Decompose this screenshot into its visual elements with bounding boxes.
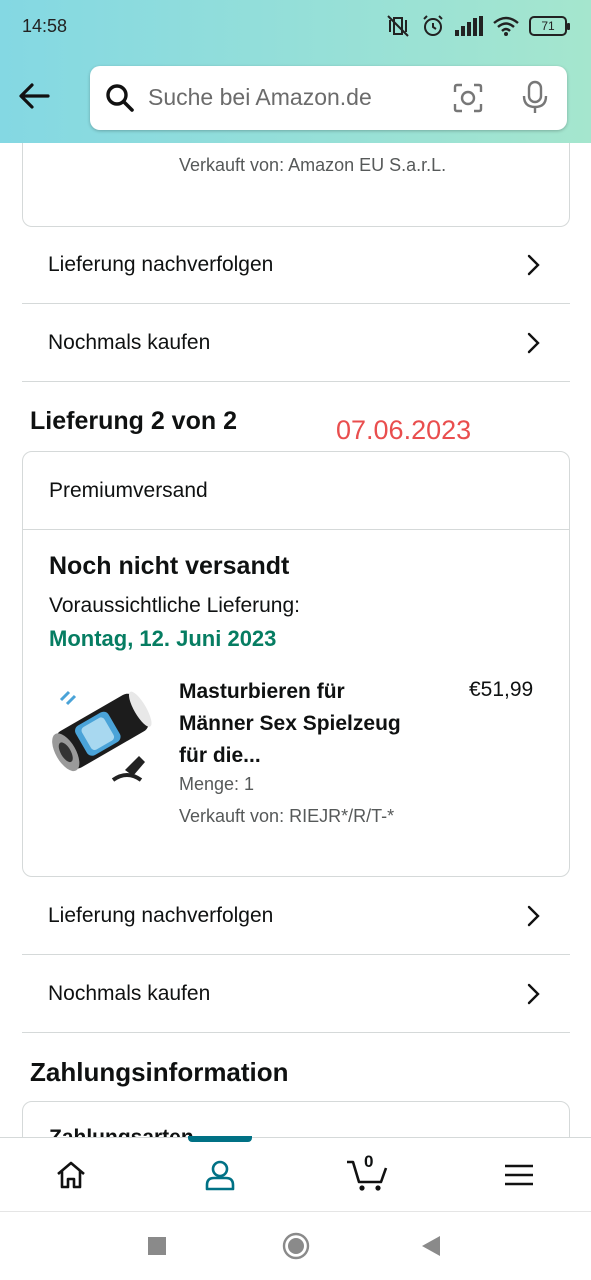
search-input[interactable]: Suche bei Amazon.de <box>148 84 372 111</box>
delivery1-seller: Verkauft von: Amazon EU S.a.r.L. <box>179 155 447 175</box>
product-price: €51,99 <box>469 678 534 701</box>
nav-cart[interactable]: 0 <box>328 1138 408 1212</box>
vibrate-off-icon <box>387 15 409 37</box>
delivery1-track-row[interactable]: Lieferung nachverfolgen <box>22 227 570 304</box>
delivery1-track-label: Lieferung nachverfolgen <box>48 253 274 276</box>
product-quantity: Menge: 1 <box>179 774 255 794</box>
delivery1-buy-again-label: Nochmals kaufen <box>48 331 211 354</box>
chevron-right-icon <box>527 983 540 1005</box>
delivery2-track-row[interactable]: Lieferung nachverfolgen <box>22 878 570 955</box>
wifi-icon <box>493 16 519 36</box>
battery-level: 71 <box>541 19 555 33</box>
delivery2-track-label: Lieferung nachverfolgen <box>48 904 274 927</box>
payment-methods-label: Zahlungsarten <box>49 1126 194 1137</box>
battery-indicator: 71 <box>529 16 570 36</box>
payment-title: Zahlungsinformation <box>30 1057 289 1087</box>
chevron-right-icon <box>527 332 540 354</box>
shipping-type-label: Premiumversand <box>49 478 208 502</box>
product-title[interactable]: Masturbieren für Männer Sex Spielzeug fü… <box>179 676 419 772</box>
microphone-icon[interactable] <box>520 80 550 116</box>
delivery1-buy-again-row[interactable]: Nochmals kaufen <box>22 305 570 382</box>
delivery1-item-card: Verkauft von: Amazon EU S.a.r.L. <box>22 143 570 227</box>
system-navigation-bar <box>0 1211 591 1280</box>
delivery2-buy-again-row[interactable]: Nochmals kaufen <box>22 956 570 1033</box>
nav-home[interactable] <box>31 1138 111 1212</box>
alarm-icon <box>423 15 443 36</box>
status-icons: 71 <box>385 14 570 38</box>
nav-menu[interactable] <box>479 1138 559 1212</box>
search-icon <box>106 84 134 112</box>
expected-delivery-label: Voraussichtliche Lieferung: <box>49 594 300 617</box>
cart-count: 0 <box>364 1152 374 1171</box>
nav-account[interactable] <box>180 1138 260 1212</box>
arrow-left-icon <box>19 83 50 109</box>
delivery2-card: Premiumversand Noch nicht versandt Vorau… <box>22 451 570 877</box>
date-annotation: 07.06.2023 <box>336 415 472 445</box>
delivery2-title: Lieferung 2 von 2 <box>30 407 237 435</box>
back-button[interactable] <box>14 76 54 116</box>
product-image[interactable] <box>47 674 157 784</box>
chevron-right-icon <box>527 905 540 927</box>
signal-icon <box>455 16 483 36</box>
bottom-navigation: 0 <box>0 1136 591 1212</box>
shipping-status: Noch nicht versandt <box>49 552 290 580</box>
expected-delivery-date: Montag, 12. Juni 2023 <box>49 626 277 651</box>
status-time: 14:58 <box>22 16 68 36</box>
search-bar[interactable]: Suche bei Amazon.de <box>90 66 567 130</box>
back-system-icon[interactable] <box>420 1234 442 1258</box>
product-seller: Verkauft von: RIEJR*/R/T-* <box>179 806 395 826</box>
user-icon <box>205 1160 235 1191</box>
delivery2-buy-again-label: Nochmals kaufen <box>48 982 211 1005</box>
shipping-type: Premiumversand <box>23 452 569 530</box>
home-system-icon[interactable] <box>282 1232 310 1260</box>
menu-icon <box>505 1164 533 1186</box>
order-details-content[interactable]: Verkauft von: Amazon EU S.a.r.L. Lieferu… <box>0 143 591 1137</box>
app-header: 14:58 71 Suche bei Amazon.de <box>0 0 591 143</box>
chevron-right-icon <box>527 254 540 276</box>
payment-card: Zahlungsarten <box>22 1101 570 1137</box>
home-icon <box>57 1161 85 1189</box>
camera-search-icon[interactable] <box>452 82 484 114</box>
recents-icon[interactable] <box>147 1236 167 1256</box>
status-bar: 14:58 71 <box>0 0 591 52</box>
